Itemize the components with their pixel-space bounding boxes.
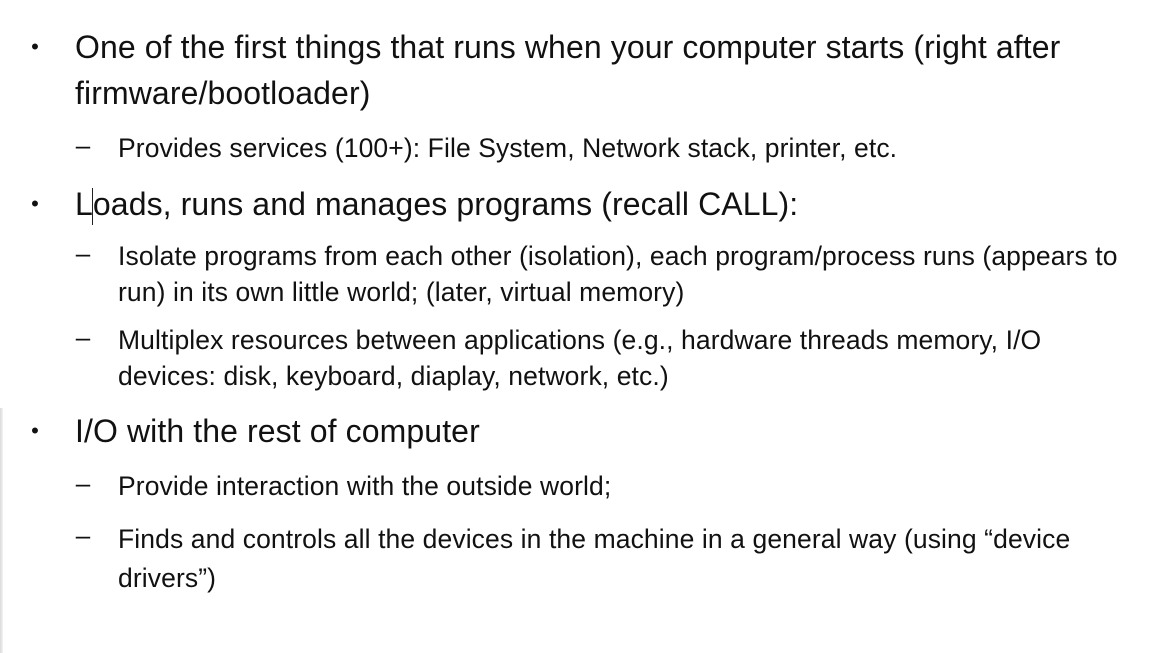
dash-marker: – [75,130,91,160]
bullet-text[interactable]: One of the first things that runs when y… [75,24,1135,116]
bullet-marker: • [31,34,39,59]
bullet-item: • One of the first things that runs when… [0,24,1167,116]
sub-bullet-text[interactable]: Isolate programs from each other (isolat… [118,238,1138,310]
sub-bullet-text[interactable]: Finds and controls all the devices in th… [118,520,1138,598]
sub-bullet-text[interactable]: Provide interaction with the outside wor… [118,468,1138,504]
dash-marker: – [75,520,91,550]
bullet-item: • I/O with the rest of computer [0,408,1167,454]
sub-bullet-text[interactable]: Multiplex resources between applications… [118,322,1138,394]
bullet-marker: • [31,191,39,216]
slide-body: • One of the first things that runs when… [0,0,1167,653]
bullet-item: • Loads, runs and manages programs (reca… [0,181,1167,227]
sub-bullet-item: – Multiplex resources between applicatio… [0,322,1167,394]
bullet-marker: • [31,418,39,443]
sub-bullet-item: – Provides services (100+): File System,… [0,130,1167,166]
bullet-text[interactable]: Loads, runs and manages programs (recall… [75,181,1135,227]
sub-bullet-text[interactable]: Provides services (100+): File System, N… [118,130,1138,166]
bullet-text[interactable]: I/O with the rest of computer [75,408,1135,454]
sub-bullet-item: – Provide interaction with the outside w… [0,468,1167,504]
sub-bullet-item: – Isolate programs from each other (isol… [0,238,1167,310]
dash-marker: – [75,468,91,498]
dash-marker: – [75,322,91,352]
dash-marker: – [75,238,91,268]
text-cursor [92,188,93,225]
sub-bullet-item: – Finds and controls all the devices in … [0,520,1167,596]
